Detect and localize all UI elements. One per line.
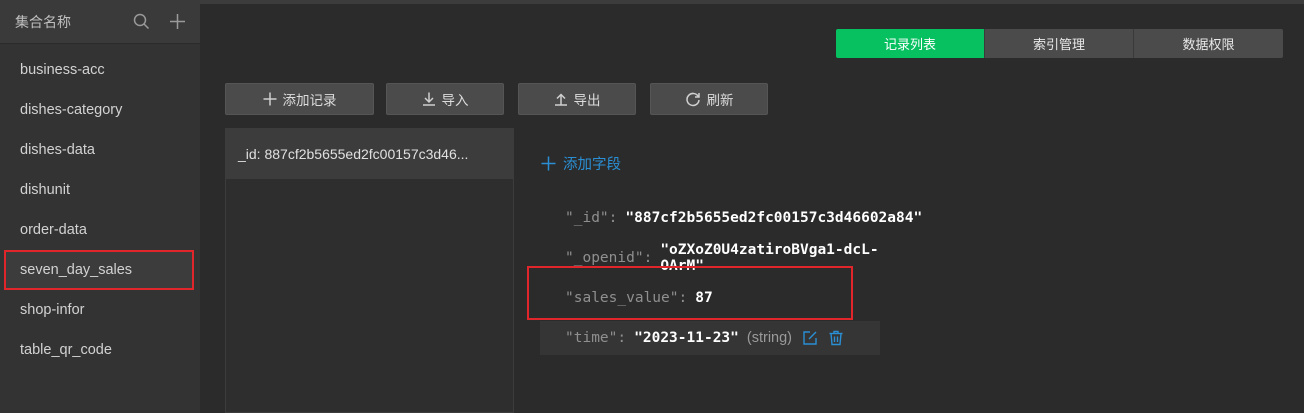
field-key: "time" (565, 330, 618, 346)
add-record-label: 添加记录 (282, 93, 337, 109)
search-icon[interactable] (130, 11, 152, 33)
field-key: "_id" (565, 210, 609, 226)
download-icon (422, 92, 435, 106)
field-row[interactable]: "_openid": "oZXoZ0U4zatiroBVga1-dcL-OArM… (540, 241, 880, 275)
tab-permissions[interactable]: 数据权限 (1134, 29, 1283, 58)
field-type: (string) (746, 330, 793, 346)
upload-icon (554, 93, 567, 106)
export-button[interactable]: 导出 (518, 83, 636, 115)
refresh-icon (685, 92, 700, 107)
field-row-hovered[interactable]: "time": "2023-11-23" (string) (540, 321, 880, 355)
field-row[interactable]: "sales_value": 87 (540, 281, 880, 315)
collection-item[interactable]: order-data (4, 210, 194, 250)
field-row[interactable]: "_id": "887cf2b5655ed2fc00157c3d46602a84… (540, 201, 922, 235)
collection-item[interactable]: dishunit (4, 170, 194, 210)
record-toolbar: 添加记录 导入 导出 刷新 (225, 83, 782, 115)
collection-item[interactable]: business-acc (4, 50, 194, 90)
top-border (200, 0, 1304, 4)
field-value: "oZXoZ0U4zatiroBVga1-dcL-OArM" (660, 242, 879, 274)
field-colon: : (678, 290, 688, 306)
add-record-button[interactable]: 添加记录 (225, 83, 374, 115)
record-list: _id: 887cf2b5655ed2fc00157c3d46... (225, 128, 514, 413)
collection-item[interactable]: shop-infor (4, 290, 194, 330)
field-colon: : (617, 330, 627, 346)
collection-sidebar: 集合名称 business-acc dishes-category dishes… (0, 0, 200, 413)
field-value: 87 (695, 290, 713, 306)
tab-indexes[interactable]: 索引管理 (985, 29, 1134, 58)
add-field-label: 添加字段 (563, 157, 621, 173)
record-row[interactable]: _id: 887cf2b5655ed2fc00157c3d46... (226, 129, 513, 179)
plus-icon (263, 92, 276, 106)
refresh-label: 刷新 (706, 93, 734, 109)
import-button[interactable]: 导入 (386, 83, 504, 115)
refresh-button[interactable]: 刷新 (650, 83, 768, 115)
collection-item[interactable]: table_qr_code (4, 330, 194, 370)
sidebar-title: 集合名称 (15, 14, 71, 31)
record-detail: 添加字段 "_id": "887cf2b5655ed2fc00157c3d466… (515, 128, 1304, 413)
collection-item[interactable]: dishes-data (4, 130, 194, 170)
field-colon: : (643, 250, 653, 266)
collection-list: business-acc dishes-category dishes-data… (0, 44, 200, 370)
sidebar-header: 集合名称 (0, 0, 200, 44)
import-label: 导入 (441, 93, 469, 109)
add-field-button[interactable]: 添加字段 (541, 153, 621, 174)
field-value: "887cf2b5655ed2fc00157c3d46602a84" (625, 210, 923, 226)
tab-records[interactable]: 记录列表 (836, 29, 985, 58)
field-colon: : (608, 210, 618, 226)
delete-icon[interactable] (828, 330, 844, 346)
field-value: "2023-11-23" (634, 330, 739, 346)
collection-item[interactable]: dishes-category (4, 90, 194, 130)
view-tabs: 记录列表 索引管理 数据权限 (836, 29, 1283, 58)
export-label: 导出 (573, 93, 601, 109)
plus-icon (541, 156, 556, 171)
field-key: "sales_value" (565, 290, 679, 306)
field-key: "_openid" (565, 250, 644, 266)
add-collection-icon[interactable] (166, 11, 188, 33)
edit-icon[interactable] (802, 330, 818, 346)
collection-item-active[interactable]: seven_day_sales (4, 250, 194, 290)
